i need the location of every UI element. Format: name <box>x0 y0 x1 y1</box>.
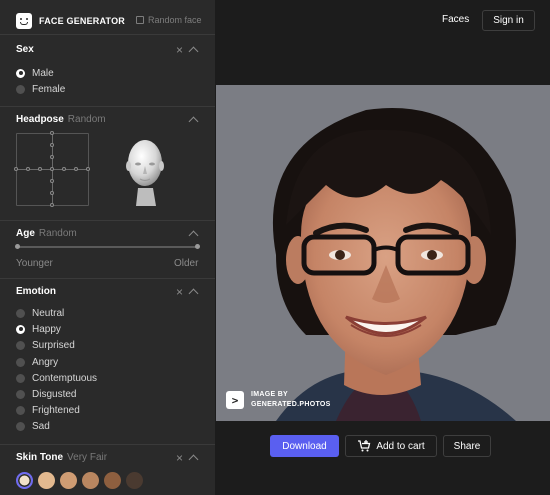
option-label: Male <box>32 67 54 79</box>
emotion-collapse-icon[interactable] <box>188 288 199 299</box>
radio-icon <box>16 373 25 383</box>
emotion-clear-icon[interactable]: × <box>176 286 183 298</box>
sex-clear-icon[interactable]: × <box>176 44 183 56</box>
pose-point[interactable] <box>26 167 30 171</box>
pose-point[interactable] <box>74 167 78 171</box>
pose-point[interactable] <box>50 179 54 183</box>
sign-in-button[interactable]: Sign in <box>482 10 535 31</box>
sex-option-male[interactable]: Male <box>16 66 54 80</box>
radio-icon <box>16 405 25 415</box>
skin-tone-clear-icon[interactable]: × <box>176 452 183 464</box>
emotion-option-sad[interactable]: Sad <box>16 419 50 433</box>
option-label: Sad <box>32 420 50 432</box>
option-label: Neutral <box>32 307 65 319</box>
pose-point[interactable] <box>86 167 90 171</box>
emotion-option-happy[interactable]: Happy <box>16 322 61 336</box>
sex-title: Sex <box>16 44 34 55</box>
emotion-option-surprised[interactable]: Surprised <box>16 338 75 352</box>
photo-credit[interactable]: > IMAGE BY GENERATED.PHOTOS <box>226 390 331 410</box>
age-slider-handle-max[interactable] <box>195 244 200 249</box>
pose-point[interactable] <box>50 203 54 207</box>
emotion-option-contemptuous[interactable]: Contemptuous <box>16 371 97 385</box>
option-label: Happy <box>32 323 61 335</box>
headpose-collapse-icon[interactable] <box>188 116 199 127</box>
radio-icon <box>16 308 25 318</box>
credit-text: IMAGE BY GENERATED.PHOTOS <box>251 391 331 408</box>
age-collapse-icon[interactable] <box>188 230 199 241</box>
pose-point[interactable] <box>14 167 18 171</box>
option-label: Contemptuous <box>32 372 98 384</box>
radio-icon <box>16 389 25 399</box>
share-button[interactable]: Share <box>443 435 491 457</box>
age-slider-handle-min[interactable] <box>15 244 20 249</box>
random-face-label: Random face <box>148 15 202 25</box>
skin-tone-value: Very Fair <box>67 452 108 463</box>
radio-icon <box>16 340 25 350</box>
sex-collapse-icon[interactable] <box>188 46 199 57</box>
option-label: Angry <box>32 356 59 368</box>
pose-point[interactable] <box>50 167 54 171</box>
headpose-title: Headpose Random <box>16 114 106 125</box>
age-slider[interactable] <box>15 244 200 249</box>
nav-faces-link[interactable]: Faces <box>442 14 469 25</box>
emotion-option-disgusted[interactable]: Disgusted <box>16 387 76 401</box>
pose-point[interactable] <box>38 167 42 171</box>
skin-tone-swatch[interactable] <box>38 472 55 489</box>
add-to-cart-button[interactable]: Add to cart <box>345 435 437 457</box>
radio-icon <box>16 357 25 367</box>
emotion-option-frightened[interactable]: Frightened <box>16 403 80 417</box>
age-title: Age Random <box>16 228 77 239</box>
brand-name: FACE GENERATOR <box>39 16 125 26</box>
sidebar: FACE GENERATOR Random face Sex × Male Fe… <box>0 0 215 495</box>
headpose-value: Random <box>67 114 106 125</box>
age-value: Random <box>38 228 77 239</box>
cube-icon <box>136 16 144 24</box>
skin-tone-swatch[interactable] <box>82 472 99 489</box>
radio-icon <box>16 324 25 334</box>
option-label: Frightened <box>32 404 80 416</box>
radio-icon <box>16 84 25 94</box>
pose-point[interactable] <box>50 191 54 195</box>
option-label: Female <box>32 83 66 95</box>
terminal-icon: > <box>226 391 244 409</box>
radio-icon <box>16 421 25 431</box>
pose-point[interactable] <box>50 143 54 147</box>
sex-section: Sex × Male Female <box>0 34 215 107</box>
age-max-label: Older <box>174 258 199 269</box>
download-button[interactable]: Download <box>270 435 339 457</box>
skin-tone-swatch[interactable] <box>104 472 121 489</box>
skin-tone-title: Skin Tone Very Fair <box>16 452 108 463</box>
age-section: Age Random <box>0 220 215 279</box>
generated-face-image: > IMAGE BY GENERATED.PHOTOS <box>216 85 550 421</box>
age-min-label: Younger <box>16 258 53 269</box>
option-label: Disgusted <box>32 388 77 400</box>
add-to-cart-label: Add to cart <box>376 440 425 452</box>
skin-tone-swatch[interactable] <box>16 472 33 489</box>
head-preview-icon <box>126 140 164 206</box>
radio-icon <box>16 68 25 78</box>
emotion-title: Emotion <box>16 286 56 297</box>
brand[interactable]: FACE GENERATOR <box>16 12 125 30</box>
cart-icon <box>358 440 371 452</box>
pose-point[interactable] <box>62 167 66 171</box>
face-photo <box>216 85 550 421</box>
option-label: Surprised <box>32 339 75 351</box>
sex-option-female[interactable]: Female <box>16 82 65 96</box>
emotion-option-neutral[interactable]: Neutral <box>16 306 64 320</box>
headpose-grid[interactable] <box>14 131 90 207</box>
emotion-option-angry[interactable]: Angry <box>16 355 58 369</box>
pose-point[interactable] <box>50 155 54 159</box>
random-face-button[interactable]: Random face <box>136 15 202 25</box>
skin-tone-collapse-icon[interactable] <box>188 454 199 465</box>
skin-tone-swatch[interactable] <box>126 472 143 489</box>
pose-point[interactable] <box>50 131 54 135</box>
skin-tone-swatch[interactable] <box>60 472 77 489</box>
logo-icon <box>16 13 32 29</box>
